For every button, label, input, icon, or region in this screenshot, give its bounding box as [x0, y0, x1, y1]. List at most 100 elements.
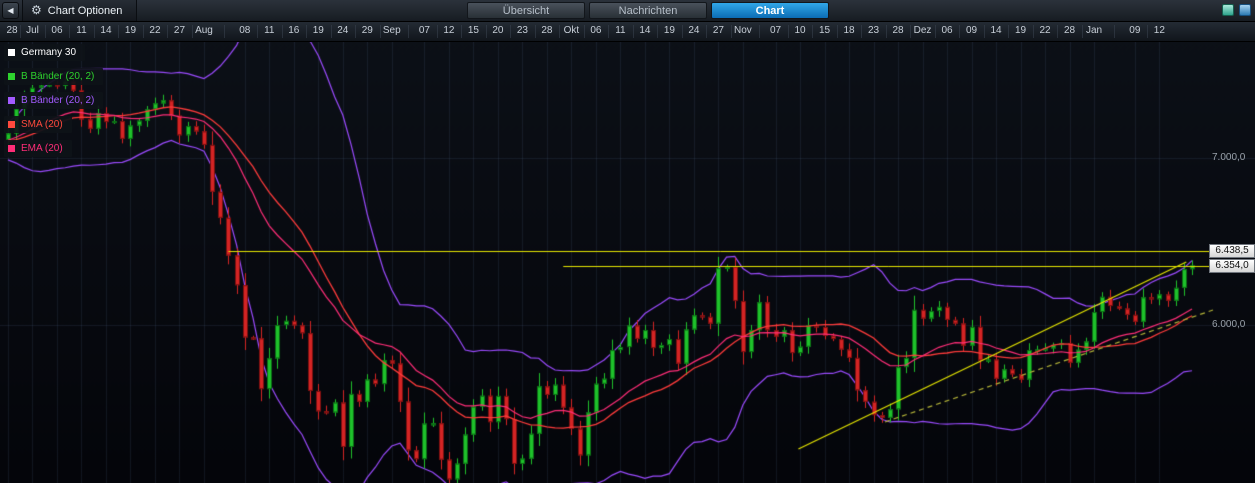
- x-axis-separator: [330, 25, 332, 38]
- x-axis-label: 09: [965, 25, 978, 36]
- x-axis-label: 09: [1129, 25, 1141, 36]
- x-axis-separator: [1114, 25, 1116, 38]
- x-axis-separator: [379, 25, 381, 38]
- x-axis-separator: [681, 25, 683, 38]
- x-axis-separator: [559, 25, 561, 38]
- legend-swatch: [8, 97, 15, 104]
- x-axis-separator: [1081, 25, 1083, 38]
- x-axis-label: Nov: [733, 25, 752, 36]
- x-axis-separator: [583, 25, 585, 38]
- x-axis-label: 15: [467, 25, 479, 36]
- x-axis-separator: [306, 25, 308, 38]
- legend-swatch: [8, 73, 15, 80]
- x-axis-separator: [812, 25, 814, 38]
- tab-nachrichten[interactable]: Nachrichten: [589, 2, 707, 19]
- tab-übersicht[interactable]: Übersicht: [467, 2, 585, 19]
- legend-label: SMA (20): [21, 119, 63, 130]
- x-axis-label: Dez: [913, 25, 932, 36]
- x-axis-label: 23: [867, 25, 880, 36]
- x-axis-separator: [485, 25, 487, 38]
- x-axis-label: 28: [1063, 25, 1076, 36]
- x-axis-separator: [759, 25, 761, 38]
- x-axis-separator: [836, 25, 838, 38]
- x-axis-separator: [20, 25, 22, 38]
- maximize-window-icon[interactable]: [1239, 4, 1251, 16]
- legend-label: EMA (20): [21, 143, 63, 154]
- x-axis-separator: [1147, 25, 1149, 38]
- x-axis-label: 27: [173, 25, 186, 36]
- legend-item[interactable]: EMA (20): [4, 140, 72, 157]
- x-axis-separator: [910, 25, 912, 38]
- legend-instrument[interactable]: Germany 30: [4, 44, 86, 61]
- x-axis-separator: [44, 25, 46, 38]
- x-axis-separator: [1057, 25, 1059, 38]
- x-axis-separator: [730, 25, 732, 38]
- x-axis-label: 14: [990, 25, 1002, 36]
- x-axis-label: 24: [688, 25, 700, 36]
- instrument-swatch: [8, 49, 15, 56]
- back-arrow-icon: ◀: [7, 5, 14, 15]
- x-axis-separator: [224, 25, 226, 38]
- x-axis-separator: [118, 25, 120, 38]
- x-axis-separator: [983, 25, 985, 38]
- x-axis-label: Jul: [26, 25, 39, 36]
- price-line-tag: 6.438,5: [1209, 244, 1255, 259]
- x-axis-label: 14: [100, 25, 112, 36]
- chart-legend: Germany 30 B Bänder (20, 2) B Bänder (20,…: [4, 44, 104, 164]
- y-axis-label: 7.000,0: [1212, 151, 1246, 163]
- x-axis-separator: [142, 25, 144, 38]
- x-axis-separator: [510, 25, 512, 38]
- x-axis-label: 16: [288, 25, 300, 36]
- x-axis-separator: [787, 25, 789, 38]
- legend-item[interactable]: SMA (20): [4, 116, 72, 133]
- legend-label: B Bänder (20, 2): [21, 95, 95, 106]
- legend-swatch: [8, 121, 15, 128]
- x-axis-separator: [1032, 25, 1034, 38]
- legend-swatch: [8, 145, 15, 152]
- x-axis-label: 19: [124, 25, 137, 36]
- x-axis-label: 15: [818, 25, 831, 36]
- x-axis-separator: [959, 25, 961, 38]
- x-axis-label: 19: [663, 25, 675, 36]
- chart-options-button[interactable]: ⚙ Chart Optionen: [22, 0, 138, 21]
- tab-chart[interactable]: Chart: [711, 2, 829, 19]
- legend-item[interactable]: B Bänder (20, 2): [4, 92, 104, 109]
- x-axis-separator: [1008, 25, 1010, 38]
- x-axis-separator: [167, 25, 169, 38]
- price-chart-canvas[interactable]: [0, 41, 1255, 483]
- x-axis-separator: [408, 25, 410, 38]
- x-axis-label: 14: [639, 25, 651, 36]
- gear-icon: ⚙: [31, 3, 42, 17]
- x-axis-label: 06: [590, 25, 602, 36]
- x-axis-label: 28: [541, 25, 553, 36]
- x-axis-label: 12: [1153, 25, 1165, 36]
- tab-bar: Übersicht Nachrichten Chart: [467, 2, 829, 19]
- x-axis-label: 20: [492, 25, 504, 36]
- price-line-tag: 6.354,0: [1209, 258, 1255, 273]
- x-axis-separator: [93, 25, 95, 38]
- back-button[interactable]: ◀: [2, 2, 19, 19]
- x-axis-separator: [608, 25, 610, 38]
- legend-label: B Bänder (20, 2): [21, 71, 95, 82]
- y-axis-label: 6.000,0: [1212, 318, 1246, 330]
- x-axis-separator: [706, 25, 708, 38]
- x-axis-label: 07: [418, 25, 430, 36]
- x-axis: 28 Jul 06 11 14 19 22 27 Aug 08 11 16 19 24 29 Sep 07 12 1…: [0, 22, 1255, 42]
- window-controls: [1222, 4, 1251, 16]
- x-axis-label: 22: [1039, 25, 1051, 36]
- x-axis-label: 12: [443, 25, 455, 36]
- x-axis-separator: [436, 25, 438, 38]
- popout-window-icon[interactable]: [1222, 4, 1234, 16]
- x-axis-label: 06: [51, 25, 63, 36]
- x-axis-separator: [632, 25, 634, 38]
- legend-item[interactable]: B Bänder (20, 2): [4, 68, 104, 85]
- x-axis-label: Aug: [195, 25, 213, 36]
- instrument-label: Germany 30: [21, 47, 77, 58]
- x-axis-separator: [534, 25, 536, 38]
- x-axis-separator: [355, 25, 357, 38]
- chart-options-label: Chart Optionen: [47, 5, 123, 17]
- x-axis-separator: [885, 25, 887, 38]
- x-axis-label: 22: [149, 25, 161, 36]
- x-axis-label: 24: [337, 25, 349, 36]
- x-axis-label: 10: [794, 25, 806, 36]
